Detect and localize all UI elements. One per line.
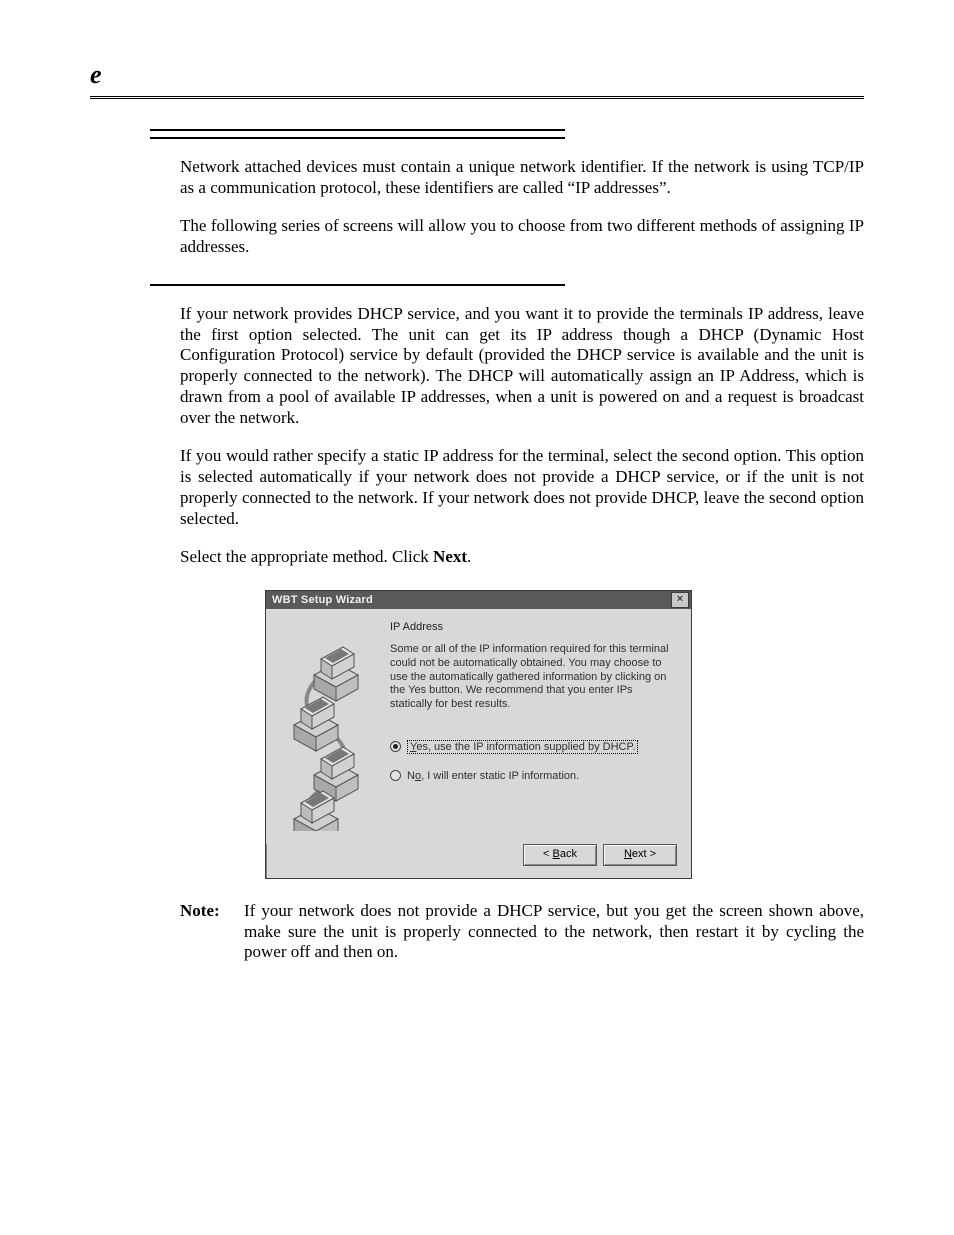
back-rest: ack	[560, 848, 577, 860]
radio-dhcp[interactable]	[390, 741, 401, 752]
wizard-description: Some or all of the IP information requir…	[390, 643, 677, 712]
content-block: Network attached devices must contain a …	[150, 129, 864, 963]
wizard-main: IP Address Some or all of the IP informa…	[390, 621, 677, 836]
next-rest: ext >	[632, 848, 656, 860]
option-static-rest: , I will enter static IP information.	[421, 770, 579, 782]
radio-static[interactable]	[390, 770, 401, 781]
select-method-next-bold: Next	[433, 547, 467, 566]
header-rule	[90, 96, 864, 99]
radio-dot-icon	[393, 744, 398, 749]
option-dhcp[interactable]: Yes, use the IP information supplied by …	[390, 740, 677, 754]
section-rule-top-2	[150, 137, 565, 139]
wizard-dialog-figure: WBT Setup Wizard ×	[265, 590, 690, 879]
wizard-button-row: < Back Next >	[266, 844, 691, 878]
paragraph-intro-2: The following series of screens will all…	[180, 216, 864, 257]
page-header-letter: e	[90, 60, 864, 90]
option-static-pre: N	[407, 770, 415, 782]
back-lt: <	[543, 848, 552, 860]
paragraph-dhcp: If your network provides DHCP service, a…	[180, 304, 864, 428]
wizard-title-text: WBT Setup Wizard	[272, 594, 671, 606]
wizard-titlebar: WBT Setup Wizard ×	[266, 591, 691, 609]
next-button[interactable]: Next >	[603, 844, 677, 866]
wizard-options: Yes, use the IP information supplied by …	[390, 740, 677, 782]
option-static[interactable]: No, I will enter static IP information.	[390, 770, 677, 782]
note-label: Note:	[180, 901, 244, 963]
wizard-heading: IP Address	[390, 621, 677, 633]
section-rule-mid	[150, 284, 565, 286]
option-dhcp-label: Yes, use the IP information supplied by …	[407, 740, 638, 754]
select-method-post: .	[467, 547, 471, 566]
wizard-art-panel	[280, 621, 372, 836]
select-method-pre: Select the appropriate method. Click	[180, 547, 433, 566]
next-accel: N	[624, 848, 632, 860]
wizard-dialog: WBT Setup Wizard ×	[265, 590, 692, 879]
network-art-icon	[280, 621, 372, 831]
note-block: Note: If your network does not provide a…	[180, 901, 864, 963]
wizard-body: IP Address Some or all of the IP informa…	[266, 609, 691, 844]
option-dhcp-rest: es, use the IP information supplied by D…	[416, 741, 635, 753]
paragraph-intro-1: Network attached devices must contain a …	[180, 157, 864, 198]
note-body: If your network does not provide a DHCP …	[244, 901, 864, 963]
option-static-label: No, I will enter static IP information.	[407, 770, 579, 782]
back-accel: B	[553, 848, 560, 860]
close-icon[interactable]: ×	[671, 592, 689, 608]
document-page: e Network attached devices must contain …	[0, 0, 954, 1235]
paragraph-static: If you would rather specify a static IP …	[180, 446, 864, 529]
paragraph-select-method: Select the appropriate method. Click Nex…	[180, 547, 864, 568]
back-button[interactable]: < Back	[523, 844, 597, 866]
section-rule-top-1	[150, 129, 565, 131]
